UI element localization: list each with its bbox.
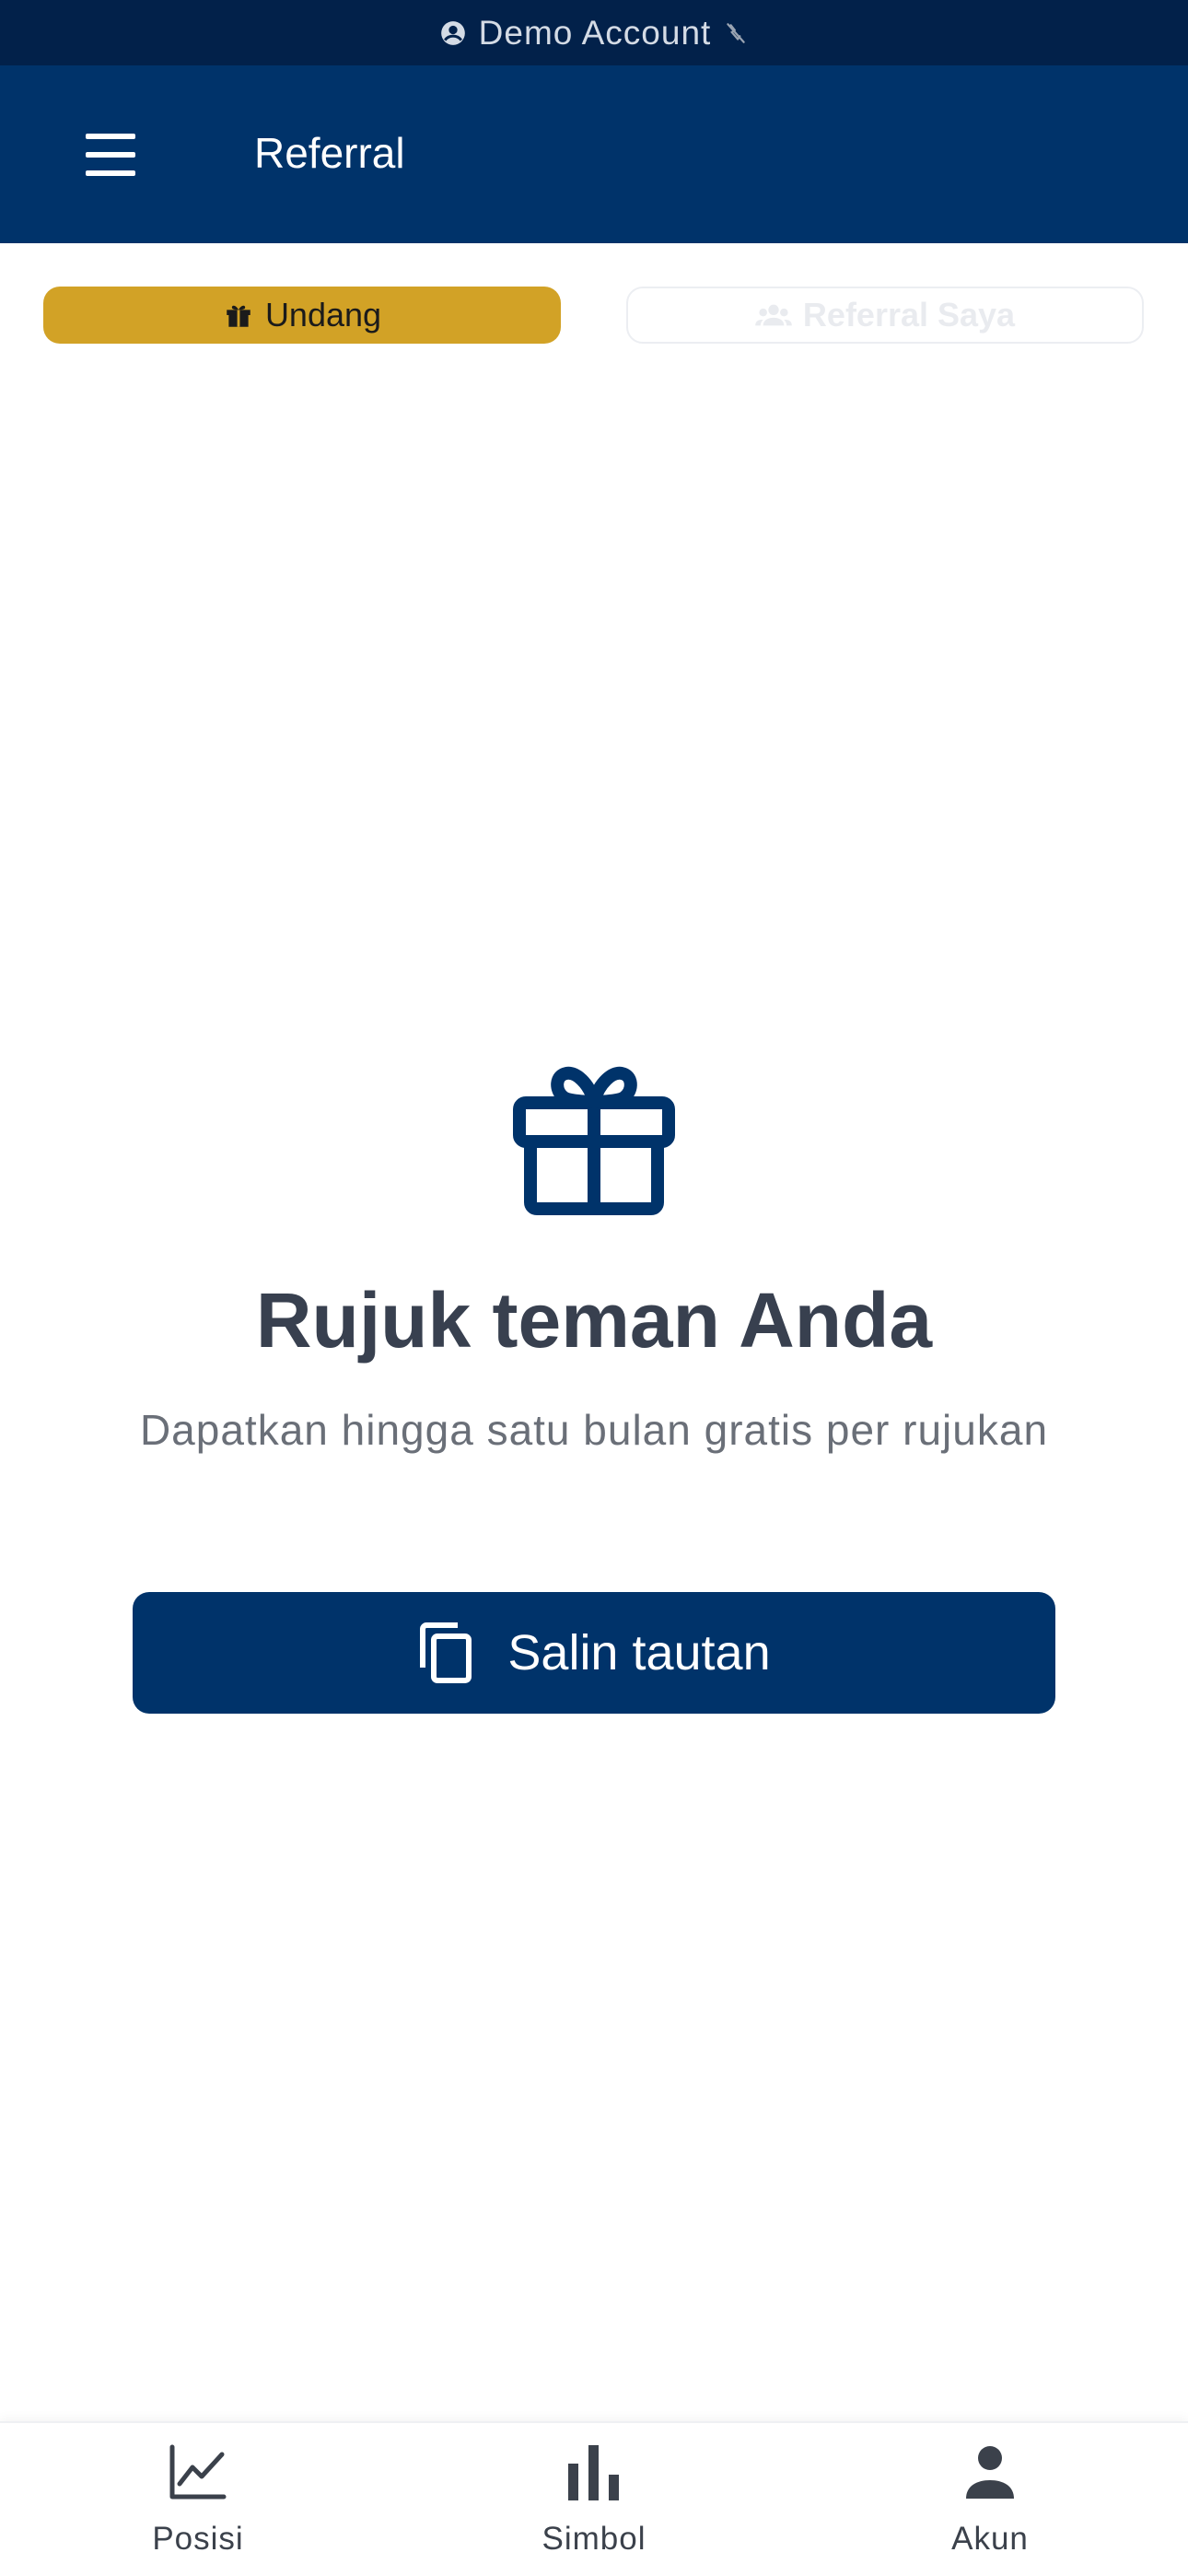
nav-label-simbol: Simbol xyxy=(542,2521,646,2557)
copy-icon xyxy=(420,1622,472,1683)
nav-label-posisi: Posisi xyxy=(152,2521,244,2557)
bar-chart-icon xyxy=(568,2445,619,2500)
signal-off-icon xyxy=(727,22,746,43)
tab-referral-saya[interactable]: Referral Saya xyxy=(626,287,1144,344)
nav-item-simbol[interactable]: Simbol xyxy=(474,2423,714,2576)
nav-item-akun[interactable]: Akun xyxy=(870,2423,1110,2576)
tab-undang-label: Undang xyxy=(264,296,382,334)
tab-undang[interactable]: Undang xyxy=(43,287,561,344)
hero-subtitle: Dapatkan hingga satu bulan gratis per ru… xyxy=(139,1406,1049,1454)
people-icon xyxy=(755,304,792,326)
copy-link-button[interactable]: Salin tautan xyxy=(133,1592,1055,1714)
gift-icon xyxy=(513,1066,675,1215)
copy-link-label: Salin tautan xyxy=(507,1625,771,1680)
line-chart-icon xyxy=(169,2444,227,2500)
hero-title: Rujuk teman Anda xyxy=(255,1277,933,1364)
gift-icon xyxy=(227,305,250,327)
account-circle-icon xyxy=(440,20,465,45)
page-title: Referral xyxy=(254,129,405,177)
person-icon xyxy=(966,2446,1014,2499)
nav-item-posisi[interactable]: Posisi xyxy=(78,2423,318,2576)
app-bar: Referral xyxy=(0,65,1188,243)
account-label: Demo Account xyxy=(478,13,712,52)
nav-label-akun: Akun xyxy=(951,2521,1029,2557)
status-bar: Demo Account xyxy=(0,0,1188,65)
bottom-navigation: Posisi Simbol Akun xyxy=(0,2421,1188,2576)
hamburger-menu-icon[interactable] xyxy=(77,134,144,176)
tab-referral-saya-label: Referral Saya xyxy=(802,296,1016,334)
